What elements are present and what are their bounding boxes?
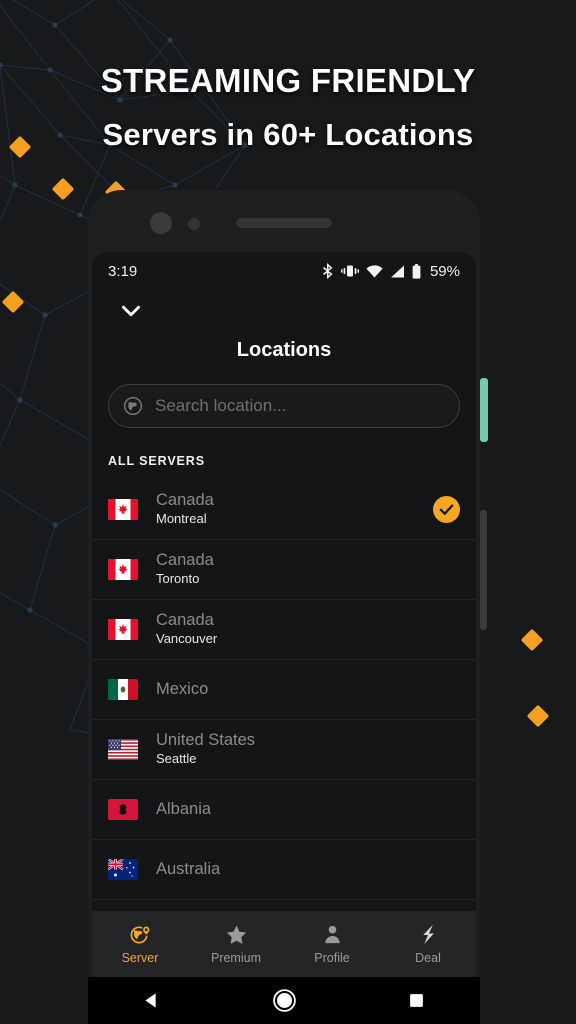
vibrate-icon <box>340 265 359 277</box>
sensor-icon <box>188 218 200 230</box>
list-item-city: Vancouver <box>156 631 218 647</box>
flag-mexico <box>108 679 138 700</box>
status-clock: 3:19 <box>108 262 138 280</box>
page-title: Locations <box>236 339 332 361</box>
tab-premium[interactable]: Premium <box>188 923 284 965</box>
flag-australia <box>108 859 138 880</box>
tab-server[interactable]: Server <box>92 923 188 965</box>
list-item-text: Mexico <box>156 680 208 699</box>
home-circle-icon[interactable] <box>272 988 297 1013</box>
back-triangle-icon[interactable] <box>143 991 162 1010</box>
list-item-country: Australia <box>156 859 221 878</box>
signal-icon <box>390 265 404 277</box>
android-nav-bar[interactable] <box>88 977 480 1024</box>
list-item-city: Seattle <box>156 751 197 767</box>
diamond-accent <box>51 177 75 201</box>
status-bar: 3:19 59% <box>92 252 476 290</box>
list-item[interactable]: Australia <box>92 840 476 900</box>
list-item[interactable]: Canada Montreal <box>92 480 476 540</box>
phone-top-bezel <box>88 190 480 252</box>
list-item-text: Canada Vancouver <box>156 611 217 648</box>
list-item-country: Canada <box>156 550 214 569</box>
tab-label: Profile <box>314 951 350 965</box>
section-label-all-servers: ALL SERVERS <box>108 454 205 468</box>
flag-canada <box>108 619 138 640</box>
lightning-bolt-icon <box>422 924 434 945</box>
bluetooth-icon <box>322 263 333 279</box>
list-item-country: Canada <box>156 490 214 509</box>
headline-line-2: Servers in 60+ Locations <box>102 117 474 152</box>
list-item[interactable]: Canada Vancouver <box>92 600 476 660</box>
list-item[interactable]: Mexico <box>92 660 476 720</box>
list-item-text: Albania <box>156 800 211 819</box>
volume-button[interactable] <box>480 378 488 442</box>
flag-albania <box>108 799 138 820</box>
recents-square-icon[interactable] <box>408 992 425 1009</box>
globe-icon <box>123 396 143 416</box>
diamond-accent <box>520 628 544 652</box>
bottom-tab-bar[interactable]: Server Premium Profile Deal <box>92 911 476 977</box>
headline-line-1: STREAMING FRIENDLY <box>100 62 476 99</box>
app-screen: 3:19 59% Locations Search location... AL… <box>92 252 476 977</box>
search-input[interactable]: Search location... <box>108 384 460 428</box>
search-placeholder: Search location... <box>155 396 287 415</box>
list-item-text: United States Seattle <box>156 731 255 768</box>
tab-label: Premium <box>210 951 261 965</box>
promo-screenshot: STREAMING FRIENDLY Servers in 60+ Locati… <box>0 0 576 1024</box>
list-item-country: United States <box>156 730 256 749</box>
front-camera-icon <box>150 212 172 234</box>
battery-percent: 59% <box>429 262 460 280</box>
earpiece-speaker <box>236 218 332 228</box>
server-list[interactable]: Canada Montreal Canada Toronto Canada Va… <box>92 480 476 900</box>
list-item[interactable]: Albania <box>92 780 476 840</box>
person-icon <box>324 925 340 944</box>
list-item[interactable]: Canada Toronto <box>92 540 476 600</box>
promo-headline: STREAMING FRIENDLY Servers in 60+ Locati… <box>0 62 576 153</box>
list-item-city: Montreal <box>156 511 207 527</box>
tab-profile[interactable]: Profile <box>284 923 380 965</box>
diamond-accent <box>1 290 25 314</box>
check-circle-icon <box>433 496 460 523</box>
status-icons: 59% <box>322 263 460 280</box>
list-item-text: Canada Montreal <box>156 491 214 528</box>
list-item-country: Canada <box>156 610 214 629</box>
flag-canada <box>108 559 138 580</box>
tab-label: Deal <box>415 951 441 965</box>
chevron-down-icon[interactable] <box>118 298 144 324</box>
list-item-country: Albania <box>156 799 212 818</box>
tab-label: Server <box>121 951 159 965</box>
list-item-text: Australia <box>156 860 220 879</box>
power-button[interactable] <box>480 510 487 630</box>
tab-deal[interactable]: Deal <box>380 923 476 965</box>
list-item-city: Toronto <box>156 571 200 587</box>
flag-united-states <box>108 739 138 760</box>
search-container: Search location... <box>108 384 460 428</box>
diamond-accent <box>526 704 550 728</box>
star-icon <box>226 925 246 944</box>
battery-icon <box>412 263 421 279</box>
wifi-icon <box>366 264 383 277</box>
list-item[interactable]: United States Seattle <box>92 720 476 780</box>
globe-pin-icon <box>130 925 151 944</box>
flag-canada <box>108 499 138 520</box>
list-item-text: Canada Toronto <box>156 551 214 588</box>
list-item-country: Mexico <box>156 679 209 698</box>
